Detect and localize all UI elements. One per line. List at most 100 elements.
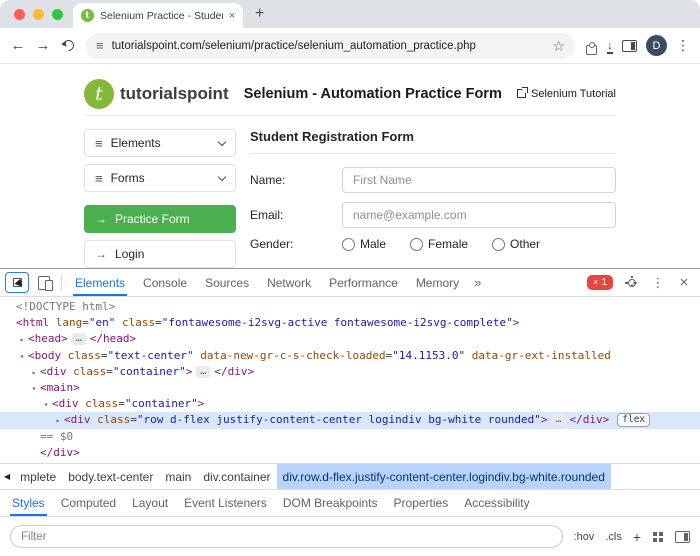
code-token: = <box>130 413 137 426</box>
code-token: </head> <box>90 332 136 345</box>
code-token: "container" <box>125 397 198 410</box>
tree-toggle-icon[interactable]: ▾ <box>40 397 52 413</box>
breadcrumb-html[interactable]: mplete <box>14 464 62 489</box>
list-icon: ≡ <box>95 172 103 185</box>
login-label: Login <box>115 247 144 261</box>
expand-ellipsis-button[interactable]: … <box>196 366 210 378</box>
dom-tree-line[interactable]: ▾<main> <box>0 380 700 396</box>
fullscreen-window-button[interactable] <box>52 9 63 20</box>
expand-ellipsis-button[interactable]: … <box>551 414 565 426</box>
dom-tree-line[interactable]: == $0 <box>0 429 700 445</box>
email-input[interactable] <box>342 202 616 228</box>
element-class-toggle[interactable]: .cls <box>605 531 622 543</box>
tab-accessibility[interactable]: Accessibility <box>456 490 537 516</box>
other-radio[interactable] <box>492 238 505 251</box>
gear-icon <box>628 279 636 287</box>
close-window-button[interactable] <box>14 9 25 20</box>
devtools-panel: Elements Console Sources Network Perform… <box>0 268 700 556</box>
styles-filter-input[interactable] <box>10 525 563 548</box>
flex-badge[interactable]: flex <box>617 413 650 427</box>
dom-tree-line[interactable]: ▾<body class="text-center" data-new-gr-c… <box>0 348 700 364</box>
profile-avatar[interactable]: D <box>646 35 667 56</box>
dom-tree[interactable]: <!DOCTYPE html><html lang="en" class="fo… <box>0 297 700 463</box>
tab-event-listeners[interactable]: Event Listeners <box>176 490 275 516</box>
pseudo-state-toggle[interactable]: :hov <box>574 531 595 543</box>
tree-toggle-icon[interactable]: ▸ <box>52 413 64 429</box>
devtools-tab-network[interactable]: Network <box>258 269 320 296</box>
url-text: tutorialspoint.com/selenium/practice/sel… <box>112 40 545 52</box>
inspect-element-button[interactable] <box>5 272 29 293</box>
new-style-rule-button[interactable]: + <box>633 529 641 545</box>
browser-tab[interactable]: t Selenium Practice - Student × <box>73 3 243 28</box>
dom-tree-line[interactable]: <html lang="en" class="fontawesome-i2svg… <box>0 315 700 331</box>
tab-styles[interactable]: Styles <box>4 490 53 516</box>
name-input[interactable] <box>342 167 616 193</box>
web-page: t tutorialspoint Selenium - Automation P… <box>0 64 700 268</box>
dom-tree-line[interactable]: <!DOCTYPE html> <box>0 299 700 315</box>
devtools-close-button[interactable]: × <box>671 269 697 296</box>
gender-option-male[interactable]: Male <box>342 237 386 251</box>
breadcrumb-scroll-left-button[interactable]: ◀ <box>0 472 14 481</box>
sidebar-item-practice-form[interactable]: → Practice Form <box>84 205 236 233</box>
side-panel-button[interactable] <box>622 40 637 52</box>
devtools-tab-memory[interactable]: Memory <box>407 269 468 296</box>
devtools-menu-button[interactable]: ⋮ <box>645 269 671 296</box>
tab-computed[interactable]: Computed <box>53 490 124 516</box>
code-token: data-new-gr-c-s-check-loaded <box>200 349 385 362</box>
devtools-settings-button[interactable] <box>619 269 645 296</box>
devtools-tab-console[interactable]: Console <box>134 269 196 296</box>
gender-option-female[interactable]: Female <box>410 237 468 251</box>
dom-tree-line[interactable]: ▸<div class="row d-flex justify-content-… <box>0 412 700 428</box>
reload-button[interactable] <box>61 38 77 54</box>
female-radio[interactable] <box>410 238 423 251</box>
tab-dom-breakpoints[interactable]: DOM Breakpoints <box>275 490 386 516</box>
more-tabs-button[interactable]: » <box>468 269 487 296</box>
back-button[interactable]: ← <box>10 38 26 53</box>
device-toolbar-button[interactable] <box>31 269 57 296</box>
tree-toggle-icon[interactable]: ▾ <box>28 381 40 397</box>
code-token <box>465 349 472 362</box>
site-logo[interactable]: t tutorialspoint <box>84 79 229 109</box>
breadcrumb-body[interactable]: body.text-center <box>62 464 159 489</box>
new-tab-button[interactable]: + <box>255 6 264 22</box>
error-badge[interactable]: × 1 <box>587 275 613 290</box>
breadcrumb-main[interactable]: main <box>159 464 197 489</box>
browser-menu-button[interactable]: ⋮ <box>676 37 690 54</box>
breadcrumb-container[interactable]: div.container <box>197 464 276 489</box>
sidebar-item-elements[interactable]: ≡ Elements <box>84 129 236 157</box>
sidebar-item-forms[interactable]: ≡ Forms <box>84 164 236 192</box>
breadcrumb-selected-node[interactable]: div.row.d-flex.justify-content-center.lo… <box>277 464 611 489</box>
computed-sidebar-toggle[interactable] <box>675 531 690 543</box>
dom-tree-line[interactable]: ▸<div class="container">…</div> <box>0 364 700 380</box>
gender-option-other[interactable]: Other <box>492 237 540 251</box>
dom-tree-line[interactable]: </div> <box>0 445 700 461</box>
tab-close-icon[interactable]: × <box>229 10 235 22</box>
downloads-button[interactable]: ↓ <box>607 39 613 53</box>
dom-tree-line[interactable]: ▾<div class="container"> <box>0 396 700 412</box>
arrow-right-icon: → <box>95 213 107 225</box>
devtools-tab-elements[interactable]: Elements <box>66 269 134 296</box>
selenium-tutorial-link[interactable]: Selenium Tutorial <box>517 88 616 100</box>
female-label: Female <box>428 237 468 251</box>
tree-toggle-icon[interactable]: ▸ <box>16 332 28 348</box>
expand-ellipsis-button[interactable]: … <box>72 333 86 345</box>
tab-layout[interactable]: Layout <box>124 490 176 516</box>
site-settings-icon[interactable]: ≡ <box>96 39 104 52</box>
tutorialspoint-logo-icon: t <box>84 79 114 109</box>
devtools-tab-sources[interactable]: Sources <box>196 269 258 296</box>
tree-toggle-icon[interactable]: ▾ <box>16 349 28 365</box>
rendering-emulations-button[interactable] <box>652 531 664 543</box>
tab-properties[interactable]: Properties <box>386 490 457 516</box>
kebab-menu-icon: ⋮ <box>652 275 665 291</box>
devtools-tab-performance[interactable]: Performance <box>320 269 407 296</box>
bookmark-star-icon[interactable]: ☆ <box>552 39 565 53</box>
sidebar-item-login[interactable]: → Login <box>84 240 236 268</box>
address-bar[interactable]: ≡ tutorialspoint.com/selenium/practice/s… <box>86 33 575 59</box>
minimize-window-button[interactable] <box>33 9 44 20</box>
forward-button[interactable]: → <box>35 38 51 53</box>
dom-tree-line[interactable]: ▸<head>…</head> <box>0 331 700 347</box>
extensions-button[interactable] <box>584 37 598 55</box>
male-radio[interactable] <box>342 238 355 251</box>
code-token: > <box>541 413 548 426</box>
tree-toggle-icon[interactable]: ▸ <box>28 365 40 381</box>
